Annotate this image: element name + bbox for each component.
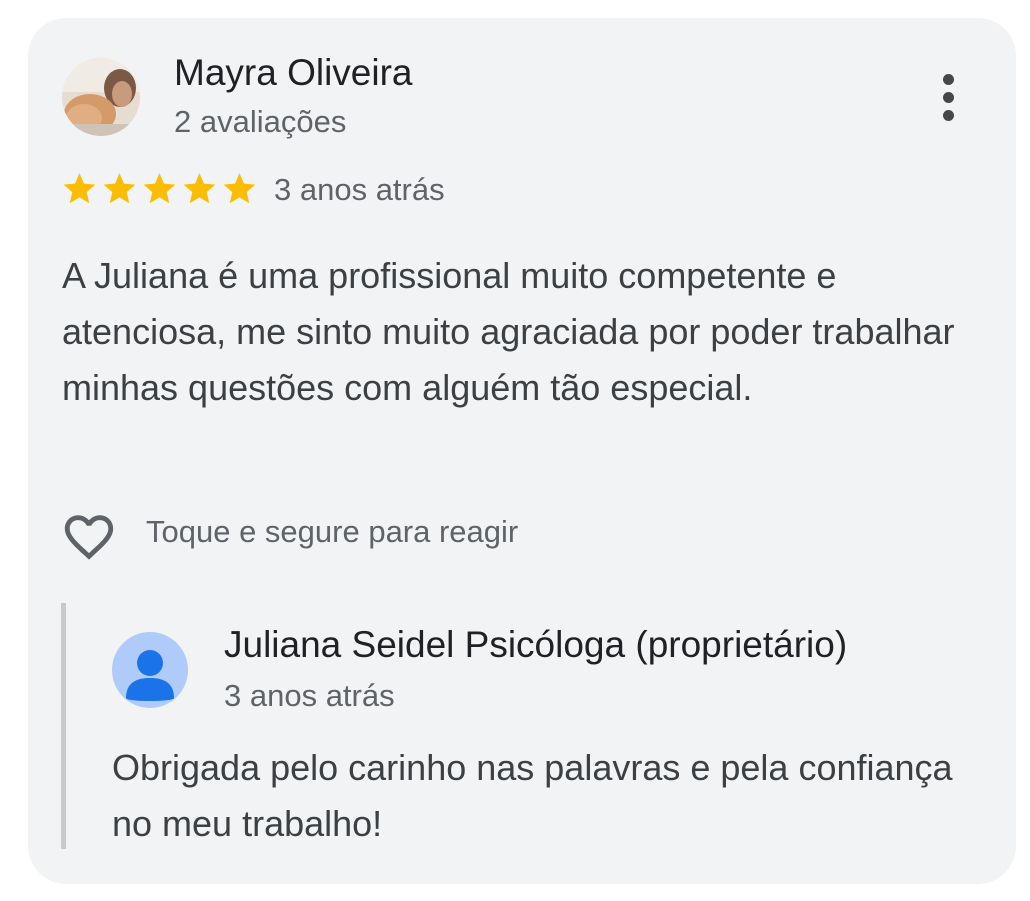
review-text: A Juliana é uma profissional muito compe…: [62, 255, 955, 408]
heart-outline-icon[interactable]: [60, 508, 118, 566]
reviewer-review-count: 2 avaliações: [174, 104, 347, 139]
reviewer-photo: [62, 58, 140, 136]
review-card: Mayra Oliveira 2 avaliações 3 anos atrás…: [28, 18, 1016, 884]
star-icon: [143, 173, 176, 204]
reviewer-avatar[interactable]: [62, 58, 140, 136]
star-icon: [103, 173, 136, 204]
owner-name[interactable]: Juliana Seidel Psicóloga (proprietário): [224, 624, 847, 666]
star-icon: [63, 173, 96, 204]
owner-avatar[interactable]: [112, 632, 188, 708]
star-rating: [60, 170, 259, 208]
review-date: 3 anos atrás: [274, 172, 445, 207]
more-vert-icon[interactable]: [934, 72, 964, 124]
reaction-hint: Toque e segure para reagir: [146, 514, 519, 549]
reviewer-name[interactable]: Mayra Oliveira: [174, 52, 413, 94]
reply-divider: [61, 603, 66, 849]
reply-date: 3 anos atrás: [224, 678, 395, 713]
person-icon: [126, 650, 174, 701]
star-icon: [223, 173, 256, 204]
reply-text: Obrigada pelo carinho nas palavras e pel…: [112, 747, 953, 844]
star-icon: [183, 173, 216, 204]
